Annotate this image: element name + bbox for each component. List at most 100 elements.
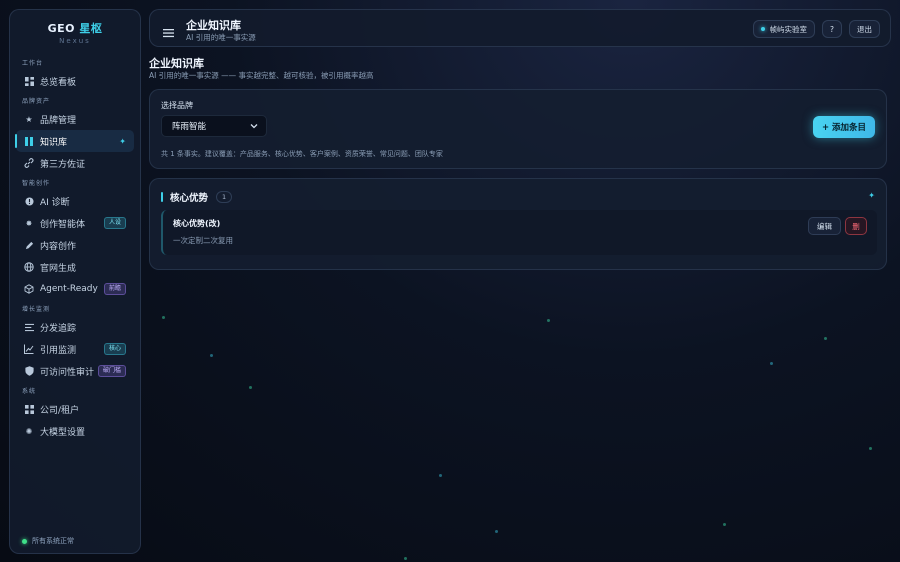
sidebar-item-label: 可访问性审计 (40, 367, 95, 378)
star-decoration (162, 316, 165, 319)
star-decoration (404, 557, 407, 560)
section-accent-bar (161, 192, 163, 202)
page-title: 企业知识库 (149, 57, 204, 70)
sidebar-item-label: 官网生成 (40, 263, 77, 274)
star-decoration (495, 530, 498, 533)
sidebar-item-agent-ready[interactable]: Agent-Ready 前瞻 (16, 278, 134, 300)
sidebar-item-label: 公司/租户 (40, 405, 80, 416)
top-bar: 企业知识库 AI 引用的唯一事实源 帧屿实验室 ? 退出 (149, 9, 891, 47)
alert-icon (24, 196, 34, 206)
star-decoration (547, 319, 550, 322)
star-decoration (439, 474, 442, 477)
star-decoration (869, 447, 872, 450)
sidebar-item-label: 第三方佐证 (40, 159, 86, 170)
gear-icon: ✺ (25, 426, 33, 436)
facts-hint: 共 1 条事实。建议覆盖：产品服务、核心优势、客户案例、资质荣誉、常见问题、团队… (161, 150, 443, 158)
menu-icon[interactable] (163, 23, 175, 38)
brand-select-label: 选择品牌 (161, 101, 193, 110)
status-dot-icon (760, 27, 765, 31)
delete-button[interactable]: 删 (845, 217, 867, 235)
sidebar-item-website-generation[interactable]: 官网生成 (16, 256, 134, 278)
globe-icon (24, 262, 34, 272)
system-status-text: 所有系统正常 (32, 537, 74, 545)
core-advantage-card: 核心优势 1 ✦ 核心优势(改) 一次定制二次复用 编辑 删 (149, 178, 887, 270)
section-title: 核心优势 (170, 193, 209, 204)
cube-icon (24, 284, 34, 294)
grid-icon (24, 404, 34, 414)
sidebar-item-label: 引用监测 (40, 345, 77, 356)
shield-icon (24, 366, 34, 376)
brand-title-accent: 星枢 (79, 22, 103, 35)
sidebar-item-content-creation[interactable]: 内容创作 (16, 234, 134, 256)
chevron-down-icon (250, 122, 258, 132)
sidebar-item-dashboard[interactable]: 总览看板 (16, 70, 134, 92)
persona-badge: 人设 (103, 217, 126, 229)
pen-icon (24, 240, 34, 250)
sidebar-item-ai-diagnosis[interactable]: AI 诊断 (16, 190, 134, 212)
fact-count-badge: 1 (216, 191, 233, 203)
sidebar-item-label: 总览看板 (40, 77, 77, 88)
section-title-workbench: 工作台 (22, 60, 44, 67)
fact-text: 一次定制二次复用 (173, 236, 233, 245)
status-dot-icon (22, 538, 27, 544)
brand-title: GEO (47, 22, 76, 35)
star-decoration (723, 523, 726, 526)
star-decoration (824, 337, 827, 340)
sidebar-item-creation-agent[interactable]: ✸ 创作智能体 人设 (16, 212, 134, 234)
sidebar-item-brand-management[interactable]: ★ 品牌管理 (16, 108, 134, 130)
sidebar-item-label: 大模型设置 (40, 427, 86, 438)
star-decoration (249, 386, 252, 389)
core-badge: 核心 (103, 343, 126, 355)
frontier-badge: 前瞻 (103, 283, 126, 295)
brand-subtitle: Nexus (59, 37, 91, 45)
lab-button[interactable]: 帧屿实验室 (752, 20, 816, 38)
list-icon (24, 322, 34, 332)
sidebar-item-accessibility-audit[interactable]: 可访问性审计 破门槛 (16, 360, 134, 382)
add-entry-button[interactable]: + 添加条目 (813, 116, 875, 138)
sidebar-item-company-tenant[interactable]: 公司/租户 (16, 398, 134, 420)
star-icon: ★ (25, 114, 33, 124)
sidebar-item-label: 品牌管理 (40, 115, 77, 126)
system-status: 所有系统正常 (22, 536, 74, 546)
sidebar-item-label: 分发追踪 (40, 323, 77, 334)
sidebar-item-label: 内容创作 (40, 241, 77, 252)
star-decoration (770, 362, 773, 365)
sparkle-icon: ✦ (868, 191, 875, 200)
brand-picker-card: 选择品牌 阵雨智能 共 1 条事实。建议覆盖：产品服务、核心优势、客户案例、资质… (149, 89, 887, 169)
section-title-system: 系统 (22, 388, 37, 395)
chart-icon (24, 344, 34, 354)
section-header: 核心优势 1 (161, 190, 233, 204)
lab-label: 帧屿实验室 (769, 24, 808, 34)
book-icon (24, 136, 34, 146)
sidebar-item-knowledge-base[interactable]: 知识库 ✦ (15, 130, 134, 152)
sidebar-item-citation-monitoring[interactable]: 引用监测 核心 (16, 338, 134, 360)
section-title-smart-creation: 智能创作 (22, 180, 51, 187)
section-title-growth-monitoring: 增长监测 (22, 306, 51, 313)
logout-button[interactable]: 退出 (849, 20, 880, 38)
sidebar-item-label: Agent-Ready (40, 284, 98, 294)
dashboard-icon (24, 76, 34, 86)
brand-select[interactable]: 阵雨智能 (161, 115, 267, 137)
edit-button[interactable]: 编辑 (808, 217, 841, 235)
star-decoration (210, 354, 213, 357)
topbar-title: 企业知识库 (186, 19, 241, 32)
fact-item: 核心优势(改) 一次定制二次复用 编辑 删 (161, 210, 877, 255)
sidebar: GEO 星枢 Nexus 工作台 总览看板 品牌资产 ★ 品牌管理 知识库 ✦ … (9, 9, 141, 554)
sidebar-item-label: 知识库 (40, 137, 68, 148)
sidebar-item-label: 创作智能体 (40, 219, 86, 230)
section-title-brand-assets: 品牌资产 (22, 98, 51, 105)
help-button[interactable]: ? (822, 20, 842, 38)
sidebar-item-distribution-tracking[interactable]: 分发追踪 (16, 316, 134, 338)
threshold-badge: 破门槛 (97, 365, 126, 377)
brand-select-value: 阵雨智能 (172, 122, 207, 132)
sidebar-item-label: AI 诊断 (40, 197, 70, 208)
sparkle-icon: ✦ (119, 136, 126, 146)
fact-title: 核心优势(改) (173, 219, 221, 228)
sidebar-item-llm-settings[interactable]: ✺ 大模型设置 (16, 420, 134, 442)
page-subtitle: AI 引用的唯一事实源 —— 事实越完整、越可核验，被引用概率越高 (149, 71, 374, 80)
topbar-subtitle: AI 引用的唯一事实源 (186, 33, 256, 42)
sparkle-icon: ✸ (25, 218, 33, 228)
sidebar-item-third-party-proof[interactable]: 第三方佐证 (16, 152, 134, 174)
link-icon (24, 158, 34, 168)
app-logo[interactable]: GEO 星枢 Nexus (10, 10, 140, 54)
